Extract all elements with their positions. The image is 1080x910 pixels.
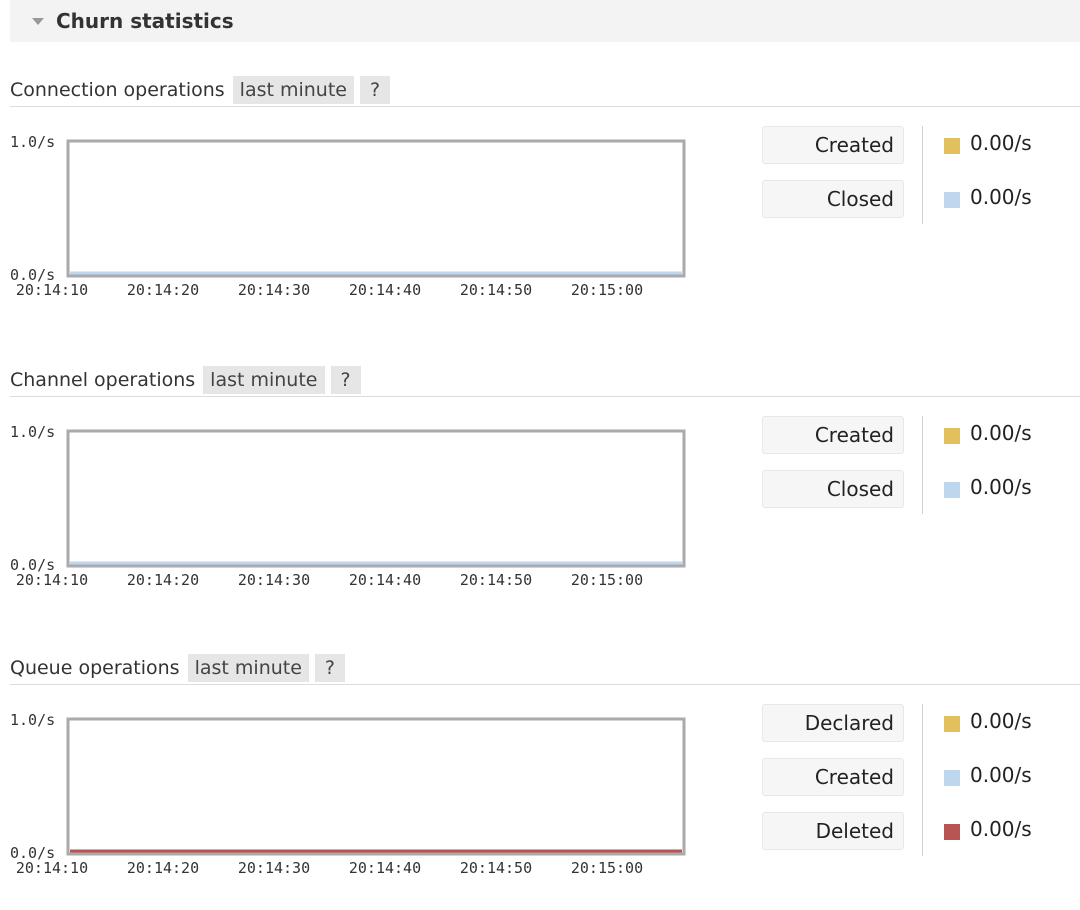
x-tick-label: 20:14:10	[16, 281, 88, 299]
plot-area	[66, 429, 686, 568]
legend-swatch	[944, 770, 960, 786]
x-tick-label: 20:14:50	[460, 571, 532, 589]
legend-value: 0.00/s	[970, 763, 1032, 787]
x-tick-label: 20:14:30	[238, 571, 310, 589]
panel-title: Queue operations	[10, 657, 180, 679]
legend-row-deleted: Deleted 0.00/s	[762, 812, 1072, 866]
x-tick-label: 20:14:10	[16, 571, 88, 589]
legend-value: 0.00/s	[970, 131, 1032, 155]
legend: Created 0.00/s Closed 0.00/s	[762, 126, 1072, 234]
help-button[interactable]: ?	[330, 366, 361, 394]
y-tick-label: 1.0/s	[10, 711, 55, 729]
x-tick-label: 20:15:00	[571, 571, 643, 589]
panel-channel-operations: Channel operations last minute ? 1.0/s 0.…	[10, 364, 1080, 589]
legend-label[interactable]: Closed	[762, 180, 904, 218]
x-tick-label: 20:14:40	[349, 859, 421, 877]
legend-swatch	[944, 482, 960, 498]
panel-title: Channel operations	[10, 369, 196, 391]
legend-row-created: Created 0.00/s	[762, 416, 1072, 470]
legend-value: 0.00/s	[970, 709, 1032, 733]
chart-queue-operations: 1.0/s 0.0/s 20:14:10 20:14:20 20:14:30 20:14:…	[10, 686, 710, 877]
legend-swatch	[944, 824, 960, 840]
plot-area	[66, 717, 686, 856]
legend-swatch	[944, 428, 960, 444]
panel-heading: Queue operations last minute ?	[10, 652, 1080, 685]
x-tick-label: 20:14:50	[460, 281, 532, 299]
plot-area	[66, 139, 686, 278]
legend-swatch	[944, 192, 960, 208]
y-tick-label: 1.0/s	[10, 423, 55, 441]
x-tick-label: 20:14:20	[127, 281, 199, 299]
x-tick-label: 20:14:20	[127, 571, 199, 589]
legend-label[interactable]: Declared	[762, 704, 904, 742]
section-title: Churn statistics	[56, 9, 234, 33]
chart-connection-operations: 1.0/s 0.0/s 20:14:10 20:14:20 20:14:30 20:14:…	[10, 108, 710, 299]
legend-value: 0.00/s	[970, 421, 1032, 445]
legend-row-created: Created 0.00/s	[762, 126, 1072, 180]
legend-value: 0.00/s	[970, 475, 1032, 499]
panel-heading: Channel operations last minute ?	[10, 364, 1080, 397]
legend-row-declared: Declared 0.00/s	[762, 704, 1072, 758]
legend-swatch	[944, 138, 960, 154]
range-selector[interactable]: last minute	[187, 654, 309, 682]
x-tick-label: 20:15:00	[571, 859, 643, 877]
x-tick-label: 20:14:30	[238, 859, 310, 877]
legend-label[interactable]: Created	[762, 416, 904, 454]
triangle-down-icon[interactable]	[32, 18, 44, 25]
x-tick-label: 20:15:00	[571, 281, 643, 299]
y-tick-label: 1.0/s	[10, 133, 55, 151]
legend-row-closed: Closed 0.00/s	[762, 180, 1072, 234]
legend-swatch	[944, 716, 960, 732]
range-selector[interactable]: last minute	[203, 366, 325, 394]
legend: Created 0.00/s Closed 0.00/s	[762, 416, 1072, 524]
chart-svg: 1.0/s0.0/s20:14:10 20:14:20 20:14:30 20:14:…	[10, 711, 686, 877]
help-button[interactable]: ?	[314, 654, 346, 682]
legend: Declared 0.00/s Created 0.00/s Deleted 0…	[762, 704, 1072, 866]
legend-value: 0.00/s	[970, 817, 1032, 841]
chart-channel-operations: 1.0/s 0.0/s 20:14:10 20:14:20 20:14:30 20:14:…	[10, 398, 710, 589]
x-tick-label: 20:14:30	[238, 281, 310, 299]
chart-svg: 1.0/s0.0/s20:14:10 20:14:20 20:14:30 20:14:…	[10, 133, 686, 299]
legend-row-closed: Closed 0.00/s	[762, 470, 1072, 524]
legend-label[interactable]: Created	[762, 758, 904, 796]
legend-label[interactable]: Closed	[762, 470, 904, 508]
panel-connection-operations: Connection operations last minute ? 1.0/…	[10, 74, 1080, 299]
legend-value: 0.00/s	[970, 185, 1032, 209]
panel-title: Connection operations	[10, 79, 225, 101]
legend-label[interactable]: Deleted	[762, 812, 904, 850]
range-selector[interactable]: last minute	[232, 76, 354, 104]
churn-statistics-header[interactable]: Churn statistics	[10, 0, 1080, 42]
help-button[interactable]: ?	[360, 76, 391, 104]
x-tick-label: 20:14:40	[349, 571, 421, 589]
x-tick-label: 20:14:50	[460, 859, 532, 877]
x-tick-label: 20:14:10	[16, 859, 88, 877]
chart-svg: 1.0/s0.0/s20:14:10 20:14:20 20:14:30 20:14:…	[10, 423, 686, 589]
x-tick-label: 20:14:40	[349, 281, 421, 299]
legend-label[interactable]: Created	[762, 126, 904, 164]
panel-queue-operations: Queue operations last minute ? 1.0/s 0.0/…	[10, 652, 1080, 877]
panel-heading: Connection operations last minute ?	[10, 74, 1080, 107]
legend-row-created: Created 0.00/s	[762, 758, 1072, 812]
x-tick-label: 20:14:20	[127, 859, 199, 877]
